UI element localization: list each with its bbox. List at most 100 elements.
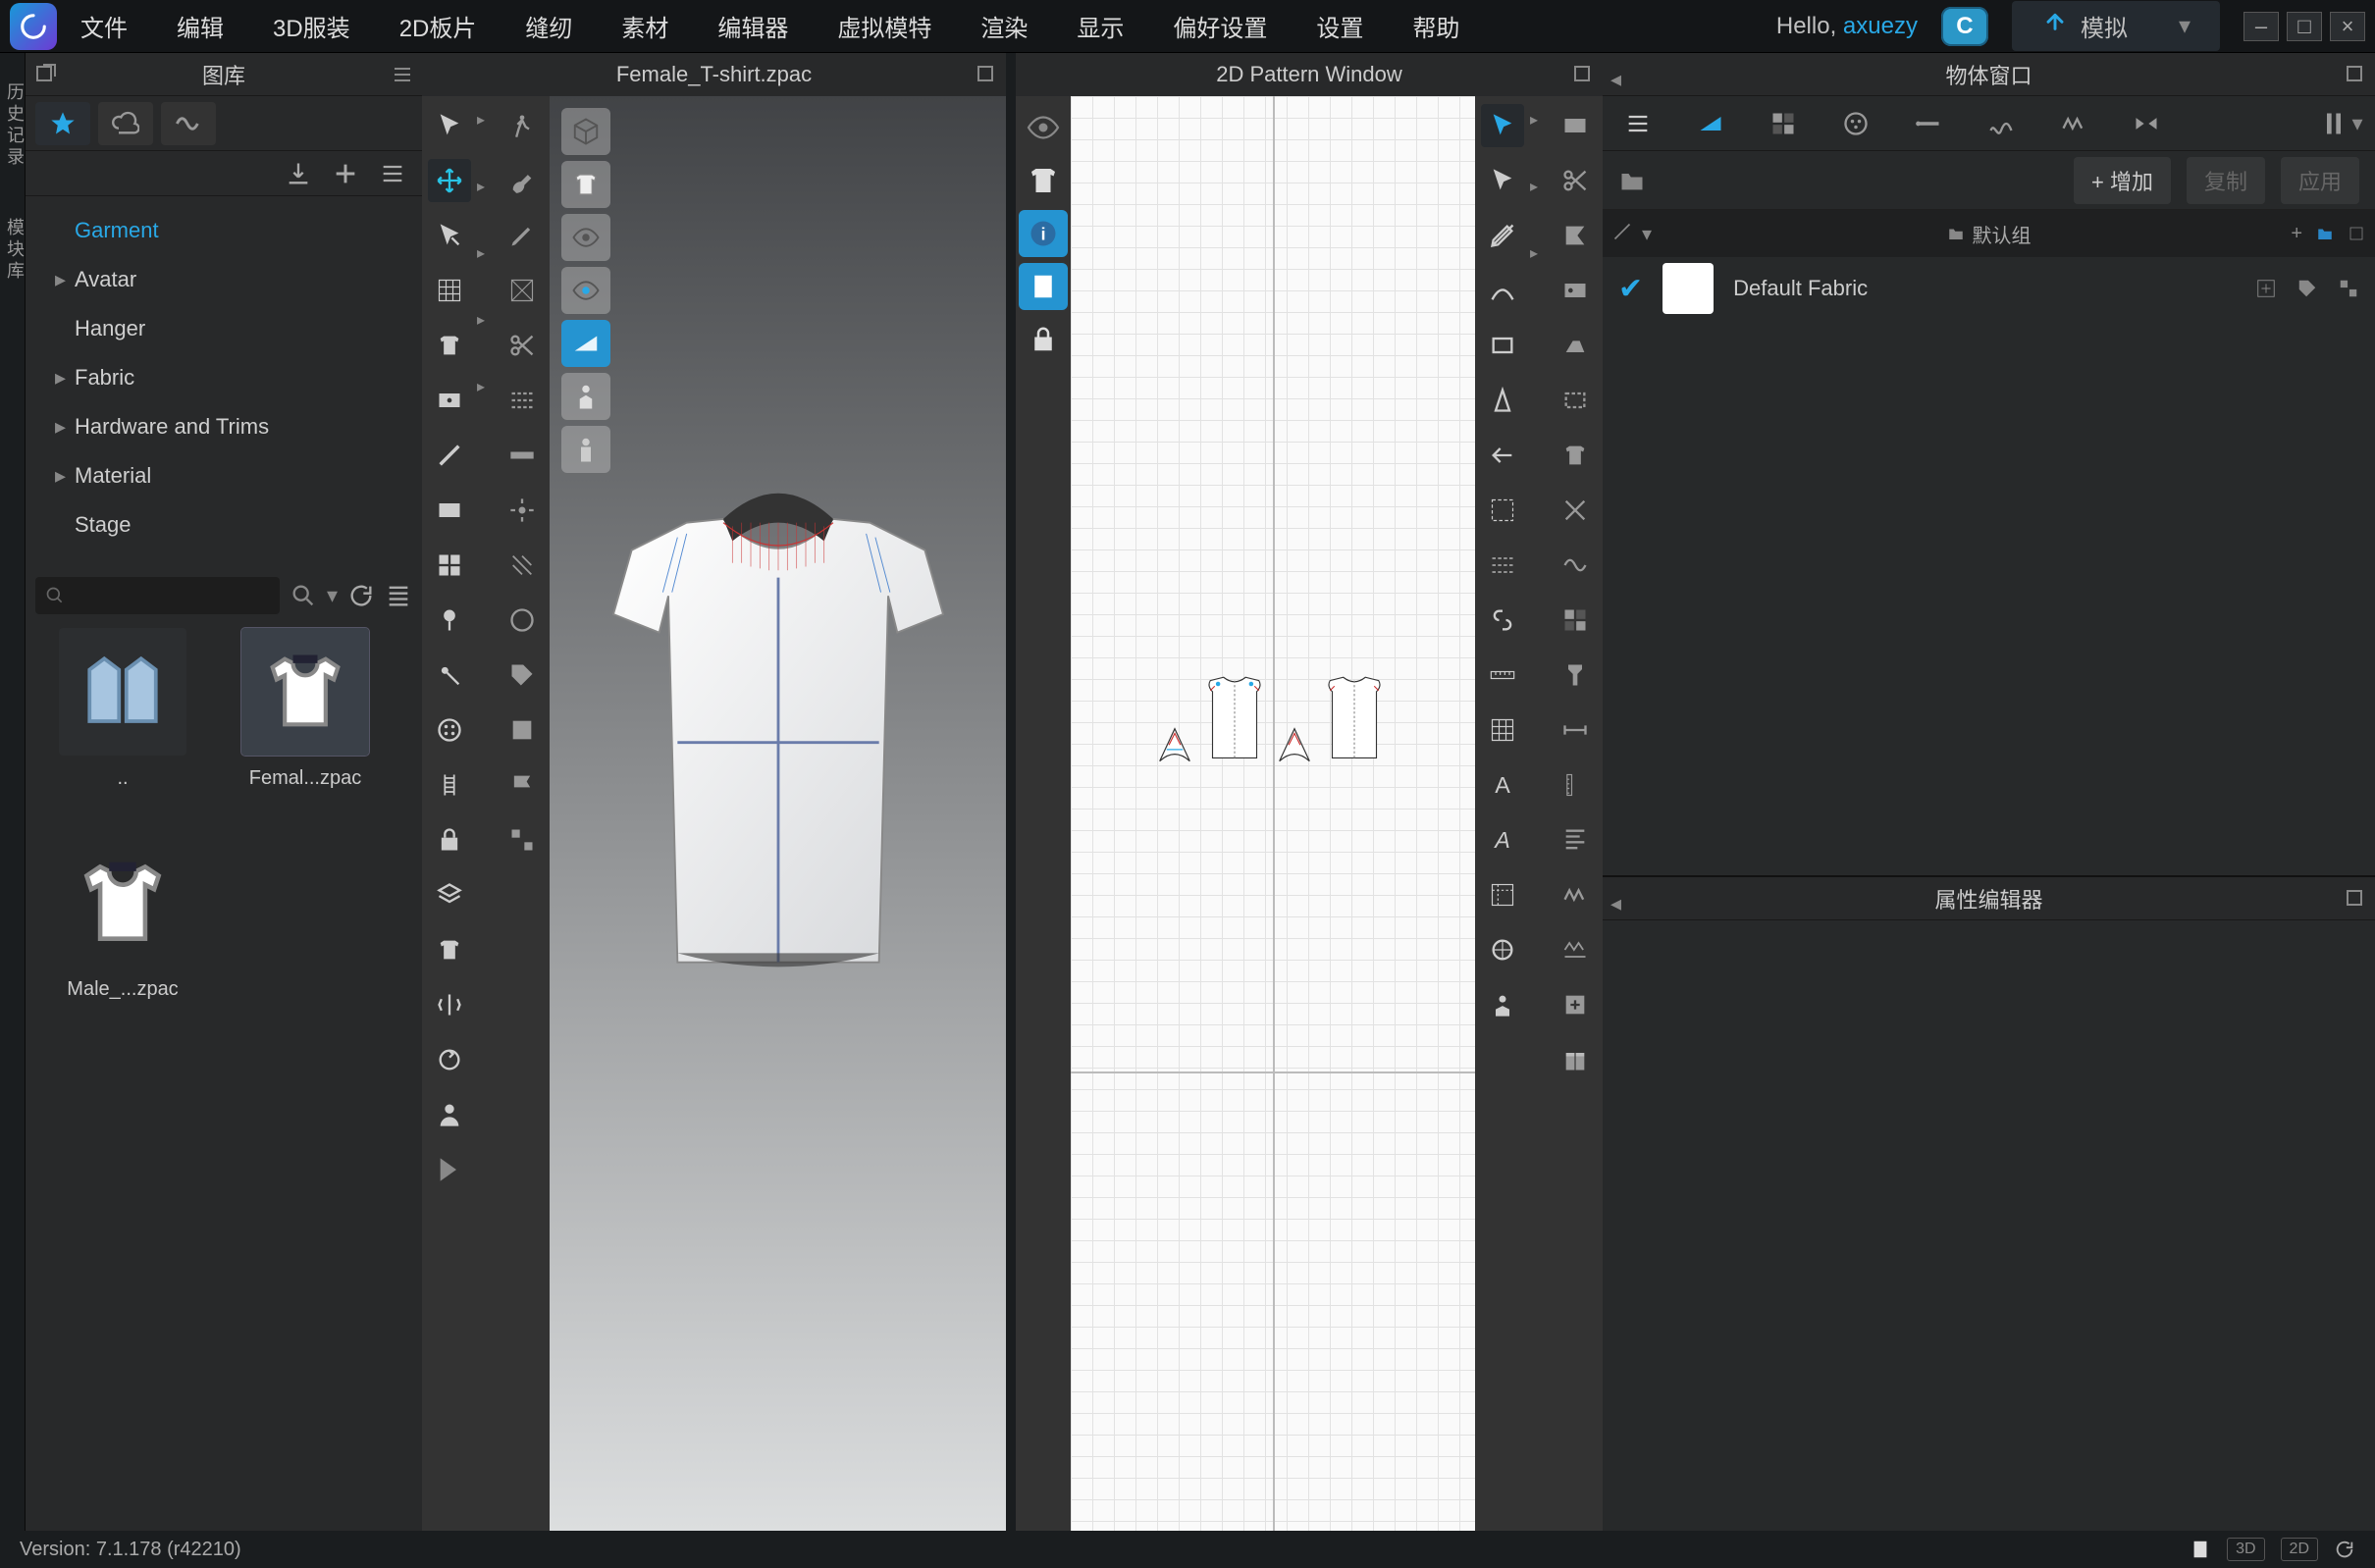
status-doc-icon[interactable] [2190, 1539, 2211, 1560]
toolb-walk[interactable] [501, 104, 544, 147]
toolb-flag[interactable] [501, 763, 544, 807]
toolb-snap[interactable] [501, 489, 544, 532]
tree-avatar[interactable]: ▸Avatar [26, 255, 422, 304]
t2-A[interactable]: A [1481, 763, 1524, 807]
t2-notch[interactable] [1481, 434, 1524, 477]
tree-fabric[interactable]: ▸Fabric [26, 353, 422, 402]
t2b-iron[interactable] [1554, 324, 1597, 367]
objtab-line[interactable] [1907, 102, 1950, 145]
t2-person[interactable] [1481, 983, 1524, 1026]
refresh-icon[interactable] [347, 582, 375, 609]
copy-button[interactable]: 复制 [2187, 157, 2265, 204]
menu-material[interactable]: 素材 [621, 9, 668, 43]
tree-stage[interactable]: Stage [26, 500, 422, 549]
fabric-swatch[interactable] [1662, 263, 1714, 314]
menu-file[interactable]: 文件 [80, 9, 128, 43]
lib-tab-wave[interactable] [161, 102, 216, 145]
tool-lock[interactable] [428, 818, 471, 862]
t2b-fold[interactable] [1554, 214, 1597, 257]
objtab-extra[interactable]: ▾ [2318, 102, 2361, 145]
t2b-ruler2[interactable] [1554, 763, 1597, 807]
ft-eye2[interactable] [561, 267, 610, 314]
t2b-wave[interactable] [1554, 544, 1597, 587]
tool-select-lasso[interactable] [428, 214, 471, 257]
popout-icon[interactable] [2344, 887, 2367, 911]
objtab-list[interactable] [1616, 102, 1660, 145]
t2b-scissor2[interactable] [1554, 159, 1597, 202]
ft2d-info[interactable]: i [1019, 210, 1068, 257]
objtab-zigzag[interactable] [2052, 102, 2095, 145]
window-minimize[interactable]: – [2243, 12, 2279, 41]
menu-sewing[interactable]: 缝纫 [525, 9, 572, 43]
t2-pattern[interactable] [1481, 873, 1524, 916]
objtab-bow[interactable] [2125, 102, 2168, 145]
t2b-machine2[interactable] [1554, 269, 1597, 312]
toolb-stitch[interactable] [501, 544, 544, 587]
tool-chevron[interactable] [428, 1148, 471, 1191]
popout-icon[interactable] [33, 63, 57, 86]
tool-button[interactable] [428, 708, 471, 752]
menu-editor[interactable]: 编辑器 [717, 9, 788, 43]
menu-edit[interactable]: 编辑 [177, 9, 224, 43]
t2-grid[interactable] [1481, 708, 1524, 752]
collapse-icon[interactable]: ◂ [1610, 67, 1634, 90]
tool-garment[interactable] [428, 324, 471, 367]
toolb-btn2[interactable] [501, 599, 544, 642]
t2b-marker[interactable] [1554, 653, 1597, 697]
t2-ruler[interactable] [1481, 653, 1524, 697]
tree-material[interactable]: ▸Material [26, 451, 422, 500]
lib-tab-fav[interactable] [35, 102, 90, 145]
menu-render[interactable]: 渲染 [980, 9, 1028, 43]
thumb-up-folder[interactable]: .. [49, 628, 196, 790]
t2-link[interactable] [1481, 599, 1524, 642]
t2b-hspace[interactable] [1554, 708, 1597, 752]
t2b-rect[interactable] [1554, 379, 1597, 422]
chip-3d[interactable]: 3D [2227, 1538, 2264, 1561]
grid-small-icon[interactable] [2338, 278, 2359, 299]
ft2d-shirt[interactable] [1019, 157, 1068, 204]
t2b-check[interactable] [1554, 599, 1597, 642]
add-button[interactable]: + 增加 [2074, 157, 2171, 204]
tool-move[interactable] [428, 159, 471, 202]
ft-cube[interactable] [561, 108, 610, 155]
t2-A2[interactable]: A [1481, 818, 1524, 862]
tool-shirt2[interactable] [428, 928, 471, 971]
ft-body[interactable] [561, 373, 610, 420]
t2b-zigzag2[interactable] [1554, 928, 1597, 971]
t2b-shirt[interactable] [1554, 434, 1597, 477]
toolb-tag[interactable] [501, 653, 544, 697]
t2b-add[interactable] [1554, 983, 1597, 1026]
popout-icon[interactable] [2344, 63, 2367, 86]
expand-caret[interactable]: ▸ [477, 310, 495, 330]
ft2d-doc[interactable] [1019, 263, 1068, 310]
collapse-icon[interactable]: ◂ [1610, 891, 1634, 915]
import-icon[interactable] [285, 160, 312, 187]
t2-pen[interactable] [1481, 214, 1524, 257]
expand-caret[interactable]: ▸ [477, 377, 495, 396]
expand-caret[interactable]: ▸ [477, 243, 495, 263]
tool-sew2[interactable] [428, 489, 471, 532]
thumb-male-tshirt[interactable]: Male_...zpac [49, 839, 196, 1001]
status-refresh-icon[interactable] [2334, 1539, 2355, 1560]
expand-caret[interactable]: ▸ [477, 110, 495, 130]
cloud-badge-icon[interactable]: C [1941, 7, 1988, 46]
ft2d-eye[interactable] [1019, 104, 1068, 151]
objtab-texture[interactable] [1762, 102, 1805, 145]
t2-trace[interactable] [1481, 489, 1524, 532]
t2b-zigzag[interactable] [1554, 873, 1597, 916]
simulate-button[interactable]: 模拟 ▾ [2012, 1, 2220, 51]
add-small-icon[interactable] [2255, 278, 2277, 299]
tool-needle[interactable] [428, 434, 471, 477]
list-view-icon[interactable] [385, 582, 412, 609]
toolb-item[interactable] [501, 708, 544, 752]
tool-zipper[interactable] [428, 763, 471, 807]
t2-rect[interactable] [1481, 324, 1524, 367]
objtab-fabric[interactable] [1689, 102, 1732, 145]
t2-cursor[interactable] [1481, 104, 1524, 147]
menu-3d-garment[interactable]: 3D服装 [273, 9, 350, 43]
tool-layers[interactable] [428, 873, 471, 916]
t2b-align[interactable] [1554, 818, 1597, 862]
chip-2d[interactable]: 2D [2281, 1538, 2318, 1561]
t2b-gift[interactable] [1554, 1038, 1597, 1081]
tree-hardware[interactable]: ▸Hardware and Trims [26, 402, 422, 451]
